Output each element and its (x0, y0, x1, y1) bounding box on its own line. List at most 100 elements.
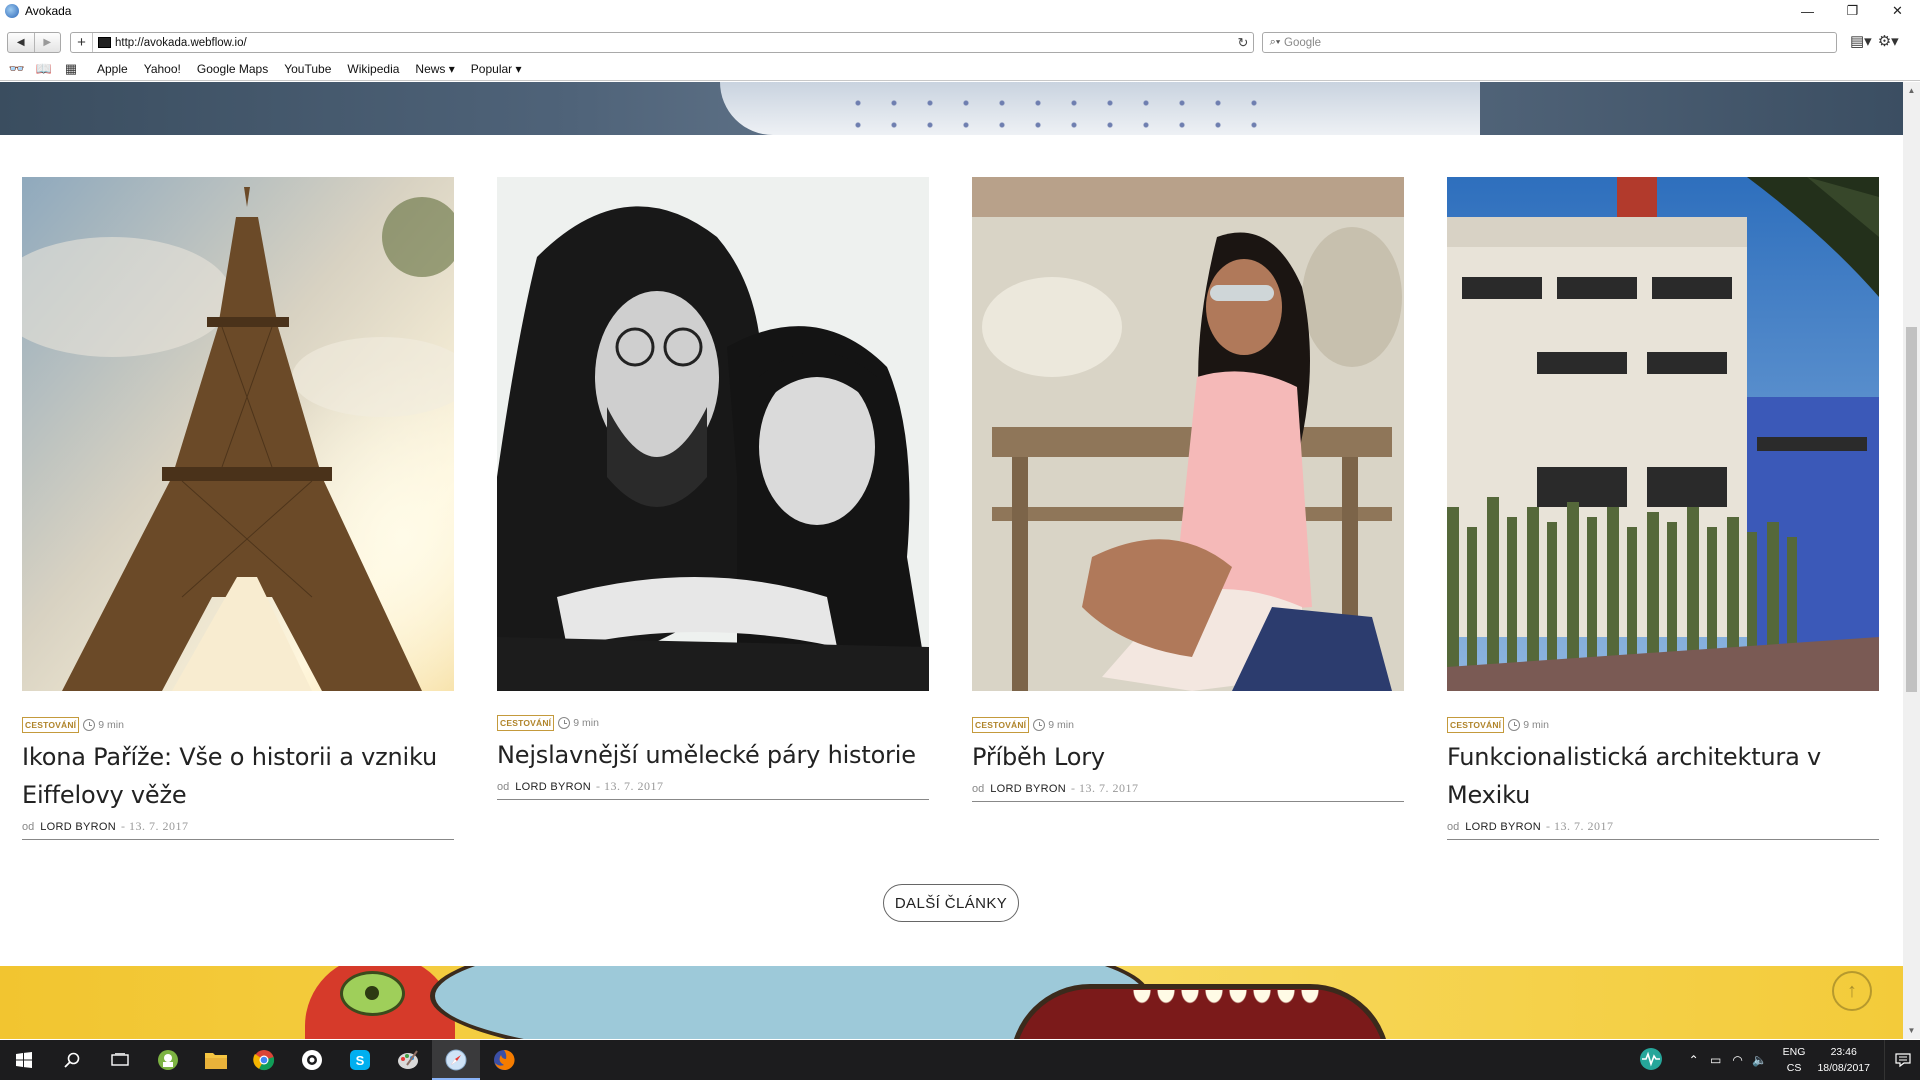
chrome-icon[interactable] (240, 1040, 288, 1080)
clock-date: 18/08/2017 (1817, 1062, 1870, 1074)
vertical-scrollbar[interactable]: ▲ ▼ (1903, 82, 1920, 1039)
window-controls: — ❐ ✕ (1785, 0, 1920, 22)
back-button[interactable]: ◀ (8, 33, 34, 52)
article-byline: od LORD BYRON - 13. 7. 2017 (1447, 819, 1879, 840)
safari-icon[interactable] (432, 1040, 480, 1080)
article-title[interactable]: Ikona Paříže: Vše o historii a vzniku Ei… (22, 738, 454, 814)
bookmark-youtube[interactable]: YouTube (284, 62, 331, 76)
publish-date: - 13. 7. 2017 (596, 779, 664, 793)
windows-taskbar: S ⌃ ▭ ◠ 🔈 ENG CS 23:46 18/08/2017 (0, 1040, 1920, 1080)
category-badge[interactable]: CESTOVÁNÍ (1447, 717, 1505, 733)
nav-buttons: ◀ ▶ (7, 32, 61, 53)
author-link[interactable]: LORD BYRON (990, 783, 1066, 795)
author-link[interactable]: LORD BYRON (1465, 821, 1541, 833)
category-badge[interactable]: CESTOVÁNÍ (22, 717, 80, 733)
paint-icon[interactable] (384, 1040, 432, 1080)
browser-toolbar: ◀ ▶ + http://avokada.webflow.io/ ↻ ⌕▾ Go… (0, 29, 1920, 57)
bookmarks-bar: 👓 📖 ▦ Apple Yahoo! Google Maps YouTube W… (0, 57, 1920, 81)
category-badge[interactable]: CESTOVÁNÍ (497, 715, 555, 731)
read-time: 9 min (98, 719, 124, 731)
wifi-icon[interactable]: ◠ (1727, 1053, 1749, 1067)
article-card[interactable]: CESTOVÁNÍ 9 min Ikona Paříže: Vše o hist… (22, 177, 454, 840)
bookmark-google-maps[interactable]: Google Maps (197, 62, 268, 76)
firefox-icon[interactable] (480, 1040, 528, 1080)
clock-icon (1033, 719, 1046, 731)
eiffel-tower-photo[interactable] (22, 177, 454, 691)
arrow-up-icon: ↑ (1847, 979, 1857, 1002)
article-title[interactable]: Funkcionalistická architektura v Mexiku (1447, 738, 1879, 814)
restore-button[interactable]: ❐ (1830, 0, 1875, 22)
article-byline: od LORD BYRON - 13. 7. 2017 (22, 819, 454, 840)
taskbar-clock[interactable]: 23:46 18/08/2017 (1817, 1044, 1870, 1076)
reload-icon[interactable]: ↻ (1233, 35, 1253, 51)
system-tray: ⌃ ▭ ◠ 🔈 ENG CS 23:46 18/08/2017 (1633, 1040, 1920, 1080)
activity-monitor-icon[interactable] (1633, 1047, 1669, 1074)
publish-date: - 13. 7. 2017 (1546, 819, 1614, 833)
clock-time: 23:46 (1830, 1046, 1857, 1058)
more-articles-button[interactable]: DALŠÍ ČLÁNKY (883, 884, 1019, 922)
minimize-button[interactable]: — (1785, 0, 1830, 22)
add-bookmark-button[interactable]: + (71, 33, 93, 52)
couple-bw-photo[interactable] (497, 177, 929, 691)
author-link[interactable]: LORD BYRON (515, 781, 591, 793)
notifications-icon[interactable] (1884, 1040, 1920, 1080)
scroll-up-arrow-icon[interactable]: ▲ (1903, 82, 1920, 99)
bookmark-wikipedia[interactable]: Wikipedia (347, 62, 399, 76)
article-meta: CESTOVÁNÍ 9 min (22, 716, 454, 734)
back-to-top-button[interactable]: ↑ (1832, 971, 1872, 1011)
input-language[interactable]: ENG CS (1783, 1044, 1806, 1076)
search-placeholder[interactable]: Google (1284, 37, 1321, 49)
svg-text:S: S (356, 1053, 365, 1068)
clock-icon (83, 719, 96, 731)
address-bar[interactable]: + http://avokada.webflow.io/ ↻ (70, 32, 1254, 53)
clock-icon (558, 717, 571, 729)
page-menu-icon[interactable]: ▤▾ (1850, 32, 1872, 50)
file-explorer-icon[interactable] (192, 1040, 240, 1080)
bookmark-yahoo[interactable]: Yahoo! (144, 62, 181, 76)
search-icon[interactable] (48, 1040, 96, 1080)
byline-prefix: od (1447, 821, 1460, 833)
scrollbar-thumb[interactable] (1906, 327, 1917, 692)
author-link[interactable]: LORD BYRON (40, 821, 116, 833)
woman-sunglasses-photo[interactable] (972, 177, 1404, 691)
search-field[interactable]: ⌕▾ Google (1262, 32, 1837, 53)
clock-icon (1508, 719, 1521, 731)
volume-icon[interactable]: 🔈 (1749, 1053, 1771, 1067)
article-title[interactable]: Příběh Lory (972, 738, 1404, 776)
bookmark-news-menu[interactable]: News ▾ (415, 62, 454, 76)
app-icon-6[interactable] (288, 1040, 336, 1080)
reading-list-icon[interactable]: 👓 (7, 61, 27, 77)
windows-start-icon[interactable] (0, 1040, 48, 1080)
bookmark-apple[interactable]: Apple (97, 62, 128, 76)
mexico-building-photo[interactable] (1447, 177, 1879, 691)
close-button[interactable]: ✕ (1875, 0, 1920, 22)
scroll-down-arrow-icon[interactable]: ▼ (1903, 1022, 1920, 1039)
cartoon-banner-image: ↑ (0, 966, 1903, 1039)
category-badge[interactable]: CESTOVÁNÍ (972, 717, 1030, 733)
byline-prefix: od (497, 781, 510, 793)
article-title[interactable]: Nejslavnější umělecké páry historie (497, 736, 929, 774)
safari-app-icon (5, 4, 19, 18)
skype-icon[interactable]: S (336, 1040, 384, 1080)
article-byline: od LORD BYRON - 13. 7. 2017 (972, 781, 1404, 802)
android-app-icon[interactable] (144, 1040, 192, 1080)
article-card[interactable]: CESTOVÁNÍ 9 min Nejslavnější umělecké pá… (497, 177, 929, 800)
byline-prefix: od (972, 783, 985, 795)
top-sites-grid-icon[interactable]: ▦ (61, 61, 81, 77)
bookmark-popular-menu[interactable]: Popular ▾ (471, 62, 522, 76)
article-card[interactable]: CESTOVÁNÍ 9 min Funkcionalistická archit… (1447, 177, 1879, 840)
chevron-up-icon[interactable]: ⌃ (1683, 1053, 1705, 1067)
article-card[interactable]: CESTOVÁNÍ 9 min Příběh Lory od LORD BYRO… (972, 177, 1404, 802)
forward-button[interactable]: ▶ (33, 33, 61, 52)
page-viewport: CESTOVÁNÍ 9 min Ikona Paříže: Vše o hist… (0, 82, 1903, 1039)
article-meta: CESTOVÁNÍ 9 min (497, 714, 929, 732)
battery-icon[interactable]: ▭ (1705, 1053, 1727, 1067)
task-view-icon[interactable] (96, 1040, 144, 1080)
read-time: 9 min (573, 717, 599, 729)
settings-gear-icon[interactable]: ⚙▾ (1878, 32, 1899, 50)
bookmarks-book-icon[interactable]: 📖 (34, 61, 54, 77)
article-byline: od LORD BYRON - 13. 7. 2017 (497, 779, 929, 800)
hero-image-strip (0, 82, 1903, 135)
publish-date: - 13. 7. 2017 (121, 819, 189, 833)
url-input[interactable]: http://avokada.webflow.io/ (115, 37, 1233, 49)
